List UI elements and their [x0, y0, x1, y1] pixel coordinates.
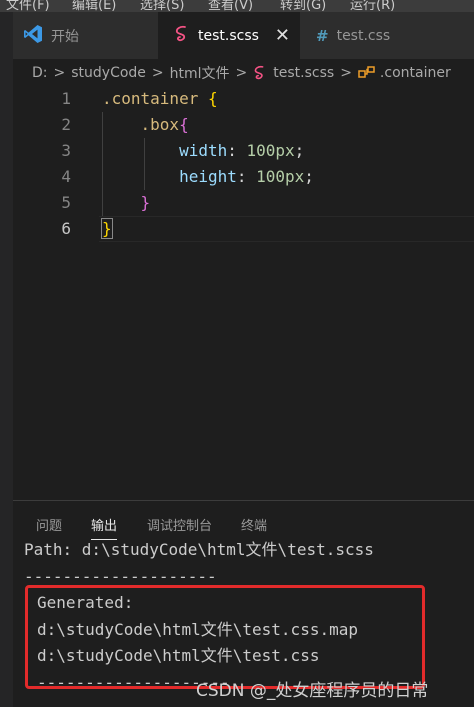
- code-token: {: [207, 89, 218, 108]
- breadcrumb-drive[interactable]: D:: [32, 65, 48, 81]
- activity-strip: [0, 12, 13, 707]
- code-token: ;: [304, 167, 314, 186]
- vscode-logo-icon: [23, 24, 43, 47]
- tab-label: 开始: [51, 28, 79, 45]
- tab-debug-console[interactable]: 调试控制台: [147, 515, 212, 534]
- code-line[interactable]: 3 width: 100px;: [13, 138, 474, 164]
- menu-bar: 文件(F) 编辑(E) 选择(S) 查看(V) 转到(G) 运行(R): [0, 0, 474, 12]
- code-line[interactable]: 1 .container {: [13, 86, 474, 112]
- code-token: 100px: [246, 141, 295, 160]
- code-line[interactable]: 4 height: 100px;: [13, 164, 474, 190]
- code-text: height: 100px;: [102, 164, 314, 190]
- chevron-right-icon: >: [235, 64, 248, 81]
- breadcrumb-folder-html[interactable]: html文件: [170, 63, 230, 83]
- code-token: width: [102, 141, 228, 160]
- sass-icon: [174, 25, 190, 46]
- code-token: {: [179, 115, 189, 134]
- tab-test-css[interactable]: # test.css: [300, 12, 474, 59]
- tab-problems[interactable]: 问题: [36, 515, 62, 534]
- breadcrumb-symbol[interactable]: .container: [380, 65, 451, 81]
- code-text: .box{: [102, 112, 189, 138]
- chevron-right-icon: >: [340, 64, 352, 81]
- line-number: 1: [61, 89, 71, 108]
- chevron-right-icon: >: [151, 64, 164, 81]
- highlight-box: [25, 585, 425, 689]
- code-token: ;: [294, 141, 305, 160]
- menu-edit[interactable]: 编辑(E): [72, 0, 116, 12]
- code-token: .container: [102, 89, 199, 108]
- code-line[interactable]: 6}: [13, 216, 474, 242]
- line-number: 5: [61, 193, 71, 212]
- hash-icon: #: [316, 26, 329, 45]
- code-token: 100px: [256, 167, 305, 186]
- code-text: }: [101, 216, 113, 242]
- menu-selection[interactable]: 选择(S): [140, 0, 184, 12]
- tab-terminal[interactable]: 终端: [241, 515, 267, 534]
- line-number: 2: [61, 115, 71, 134]
- menu-view[interactable]: 查看(V): [208, 0, 253, 12]
- code-text: width: 100px;: [102, 138, 304, 164]
- code-token: .box: [102, 115, 180, 134]
- line-number: 6: [61, 219, 71, 238]
- tab-test-scss[interactable]: test.scss ✕: [158, 12, 300, 59]
- code-token: :: [236, 167, 257, 186]
- code-token: height: [102, 167, 237, 186]
- tab-output[interactable]: 输出: [91, 515, 118, 540]
- breadcrumb-folder-studycode[interactable]: studyCode: [71, 65, 146, 81]
- tab-start[interactable]: 开始: [13, 12, 158, 59]
- tab-label: test.css: [336, 27, 391, 44]
- chevron-right-icon: >: [53, 64, 66, 81]
- menu-go[interactable]: 转到(G): [280, 0, 326, 12]
- code-token: }: [101, 218, 113, 239]
- output-line: Path: d:\studyCode\html文件\test.scss: [24, 540, 374, 559]
- line-number: 4: [61, 167, 71, 186]
- tab-label: test.scss: [198, 27, 259, 44]
- breadcrumb: D: > studyCode > html文件 > test.scss > .c…: [13, 59, 474, 86]
- code-token: :: [227, 141, 247, 160]
- menu-run[interactable]: 运行(R): [350, 0, 395, 12]
- menu-file[interactable]: 文件(F): [6, 0, 50, 12]
- symbol-class-icon: [358, 65, 376, 80]
- code-line[interactable]: 5 }: [13, 190, 474, 216]
- code-token: }: [140, 193, 151, 212]
- code-text: }: [102, 190, 151, 216]
- watermark: CSDN @_处女座程序员的日常: [196, 681, 429, 701]
- code-text: .container {: [102, 86, 218, 112]
- close-icon[interactable]: ✕: [275, 25, 290, 46]
- code-line[interactable]: 2 .box{: [13, 112, 474, 138]
- line-number: 3: [61, 141, 71, 160]
- code-editor[interactable]: 1 .container {2 .box{3 width: 100px; 4 hei…: [13, 86, 474, 500]
- sass-icon: [253, 65, 267, 81]
- breadcrumb-file[interactable]: test.scss: [273, 65, 334, 81]
